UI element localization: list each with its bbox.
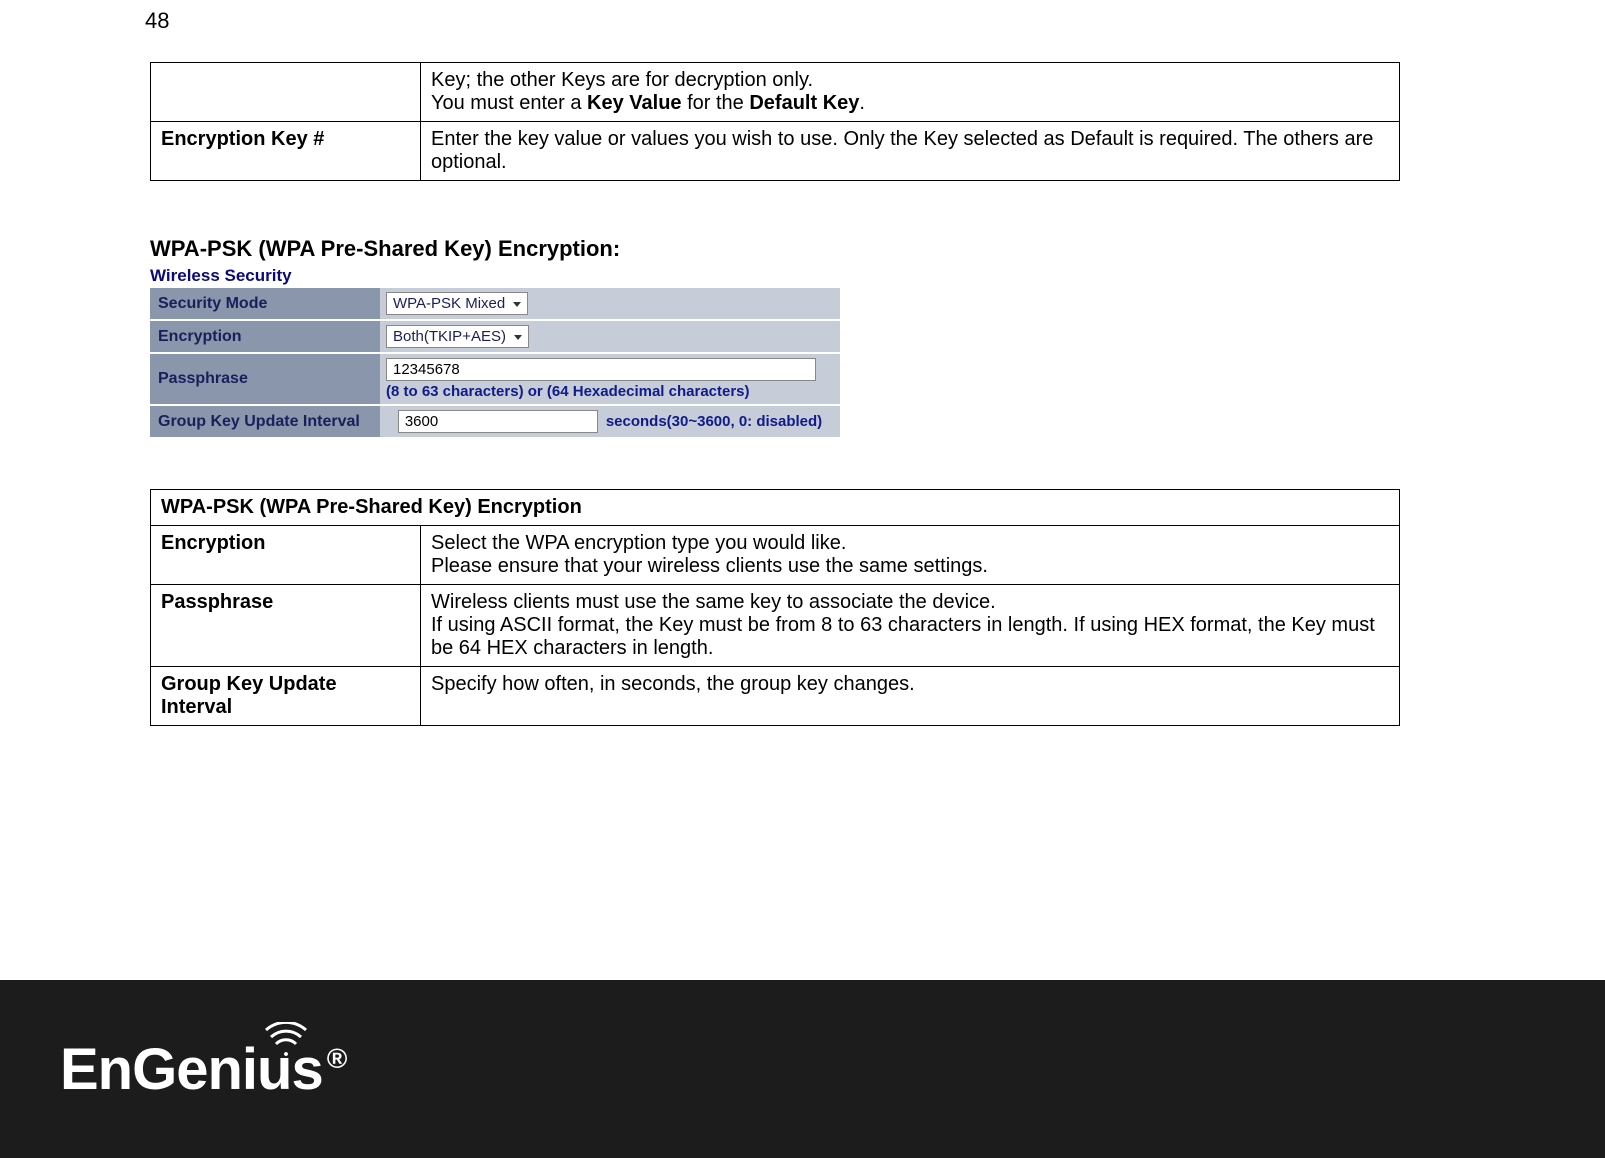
group-key-row: Group Key Update Interval seconds(30~360… <box>150 406 840 439</box>
registered-icon: ® <box>327 1043 347 1074</box>
wep-key-table: Key; the other Keys are for decryption o… <box>150 62 1400 181</box>
empty-label-cell <box>151 63 421 122</box>
encryption-key-label: Encryption Key # <box>151 122 421 181</box>
bold-text: Key Value <box>587 92 682 114</box>
text: If using ASCII format, the Key must be f… <box>431 614 1375 659</box>
gkui-row-label: Group Key Update Interval <box>151 667 421 726</box>
encryption-key-description: Enter the key value or values you wish t… <box>421 122 1400 181</box>
passphrase-field: (8 to 63 characters) or (64 Hexadecimal … <box>380 354 840 404</box>
table-header-row: WPA-PSK (WPA Pre-Shared Key) Encryption <box>151 490 1400 526</box>
encryption-field: Both(TKIP+AES) <box>380 321 840 352</box>
wireless-security-panel: Wireless Security Security Mode WPA-PSK … <box>150 266 840 439</box>
encryption-row-desc: Select the WPA encryption type you would… <box>421 526 1400 585</box>
security-mode-select[interactable]: WPA-PSK Mixed <box>386 292 528 315</box>
security-mode-row: Security Mode WPA-PSK Mixed <box>150 288 840 321</box>
wifi-icon <box>264 1022 308 1056</box>
group-key-input[interactable] <box>398 410 598 433</box>
passphrase-row: Passphrase (8 to 63 characters) or (64 H… <box>150 354 840 406</box>
table-row: Encryption Select the WPA encryption typ… <box>151 526 1400 585</box>
text: Wireless clients must use the same key t… <box>431 591 996 613</box>
wpa-psk-table-header: WPA-PSK (WPA Pre-Shared Key) Encryption <box>151 490 1400 526</box>
encryption-row: Encryption Both(TKIP+AES) <box>150 321 840 354</box>
passphrase-input[interactable] <box>386 358 816 381</box>
page-number: 48 <box>145 8 169 34</box>
text: You must enter a <box>431 92 587 114</box>
text: for the <box>682 92 750 114</box>
default-key-description: Key; the other Keys are for decryption o… <box>421 63 1400 122</box>
group-key-label: Group Key Update Interval <box>150 406 380 437</box>
select-value: WPA-PSK Mixed <box>393 295 505 312</box>
table-row: Key; the other Keys are for decryption o… <box>151 63 1400 122</box>
table-row: Group Key Update Interval Specify how of… <box>151 667 1400 726</box>
security-mode-label: Security Mode <box>150 288 380 319</box>
text: . <box>859 92 865 114</box>
wireless-security-title: Wireless Security <box>150 266 840 286</box>
text: Key; the other Keys are for decryption o… <box>431 69 813 91</box>
gkui-row-desc: Specify how often, in seconds, the group… <box>421 667 1400 726</box>
encryption-row-label: Encryption <box>151 526 421 585</box>
encryption-select[interactable]: Both(TKIP+AES) <box>386 325 529 348</box>
group-key-field: seconds(30~3600, 0: disabled) <box>380 406 840 437</box>
table-row: Encryption Key # Enter the key value or … <box>151 122 1400 181</box>
bold-text: Default Key <box>749 92 859 114</box>
logo-text: EnGenius® <box>60 1036 346 1103</box>
text: Please ensure that your wireless clients… <box>431 555 988 577</box>
footer: EnGenius® <box>0 980 1605 1158</box>
passphrase-label: Passphrase <box>150 354 380 404</box>
security-mode-field: WPA-PSK Mixed <box>380 288 840 319</box>
group-key-hint: seconds(30~3600, 0: disabled) <box>606 413 822 430</box>
passphrase-hint: (8 to 63 characters) or (64 Hexadecimal … <box>386 383 834 400</box>
table-row: Passphrase Wireless clients must use the… <box>151 585 1400 667</box>
passphrase-row-desc: Wireless clients must use the same key t… <box>421 585 1400 667</box>
select-value: Both(TKIP+AES) <box>393 328 506 345</box>
page-content: Key; the other Keys are for decryption o… <box>150 62 1400 766</box>
passphrase-row-label: Passphrase <box>151 585 421 667</box>
text: Select the WPA encryption type you would… <box>431 532 846 554</box>
encryption-label: Encryption <box>150 321 380 352</box>
engenius-logo: EnGenius® <box>60 1036 346 1103</box>
wpa-psk-heading: WPA-PSK (WPA Pre-Shared Key) Encryption: <box>150 236 1400 262</box>
wpa-psk-table: WPA-PSK (WPA Pre-Shared Key) Encryption … <box>150 489 1400 726</box>
